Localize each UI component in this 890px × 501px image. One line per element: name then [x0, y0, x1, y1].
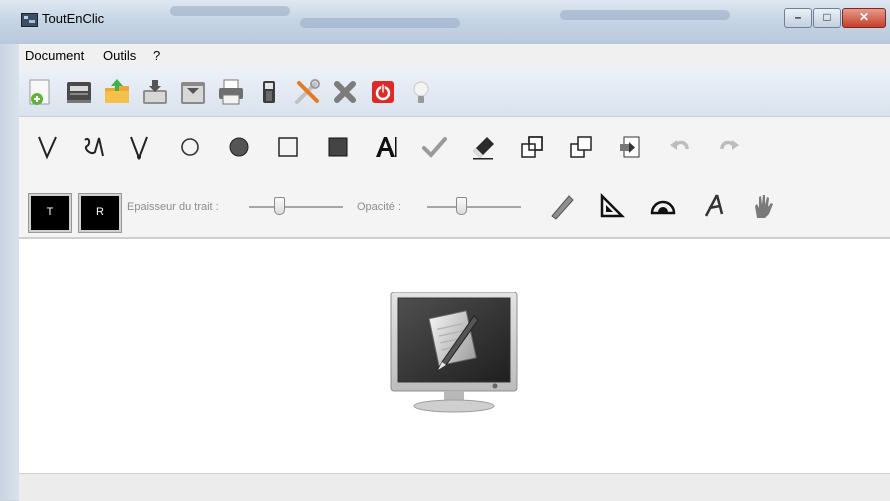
document-toolbar [19, 66, 890, 117]
import-icon[interactable] [617, 134, 643, 160]
circle-outline-icon[interactable] [177, 134, 203, 160]
pencil-icon[interactable] [126, 134, 152, 160]
text-icon[interactable] [373, 134, 399, 160]
menu-help[interactable]: ? [153, 48, 160, 63]
open-folder-icon[interactable] [103, 78, 131, 106]
eraser-icon[interactable] [470, 134, 496, 160]
paste-icon[interactable] [568, 134, 594, 160]
thickness-label: Epaisseur du trait : [127, 201, 219, 213]
fill-color-button[interactable]: R [78, 193, 122, 233]
opacity-label: Opacité : [357, 201, 402, 213]
hand-icon[interactable] [749, 192, 777, 220]
undo-icon[interactable] [667, 134, 693, 160]
menu-outils[interactable]: Outils [103, 48, 136, 63]
close-button[interactable]: ✕ [842, 8, 886, 28]
square-filled-icon[interactable] [325, 134, 351, 160]
title-bar[interactable]: ToutEnClic – □ ✕ [0, 0, 890, 44]
status-bar [19, 473, 890, 501]
window-title: ToutEnClic [42, 11, 105, 26]
options-toolbar: T R Epaisseur du trait : Opacité : [19, 182, 890, 239]
menu-document[interactable]: Document [25, 48, 84, 63]
square-outline-icon[interactable] [275, 134, 301, 160]
new-document-icon[interactable] [27, 78, 55, 106]
thickness-slider[interactable] [249, 197, 343, 215]
freehand-pen-icon[interactable] [81, 134, 107, 160]
thickness-slider-thumb[interactable] [274, 197, 285, 215]
save-as-icon[interactable] [179, 78, 207, 106]
app-icon [21, 13, 38, 27]
usb-drive-icon[interactable] [255, 78, 283, 106]
drawing-toolbar [19, 117, 890, 182]
delete-icon[interactable] [331, 78, 359, 106]
monitor-illustration [390, 292, 518, 414]
opacity-slider-thumb[interactable] [456, 197, 467, 215]
lightbulb-icon[interactable] [407, 78, 435, 106]
fill-color-button-label: R [96, 206, 104, 218]
window-frame-left [0, 44, 19, 500]
redo-icon[interactable] [716, 134, 742, 160]
scanner-icon[interactable] [65, 78, 93, 106]
close-icon: ✕ [858, 10, 870, 24]
protractor-icon[interactable] [649, 192, 677, 220]
copy-icon[interactable] [519, 134, 545, 160]
print-icon[interactable] [217, 78, 245, 106]
pen-icon[interactable] [35, 134, 61, 160]
settings-tools-icon[interactable] [293, 78, 321, 106]
app-window: ToutEnClic – □ ✕ Document Outils ? T R E… [0, 0, 890, 501]
save-icon[interactable] [141, 78, 169, 106]
opacity-slider[interactable] [427, 197, 521, 215]
text-color-button[interactable]: T [28, 193, 72, 233]
maximize-button[interactable]: □ [813, 8, 841, 28]
drawing-canvas[interactable] [19, 239, 890, 473]
check-icon[interactable] [421, 134, 447, 160]
ruler-icon[interactable] [547, 192, 575, 220]
compass-icon[interactable] [699, 192, 727, 220]
set-square-icon[interactable] [597, 192, 625, 220]
power-icon[interactable] [369, 78, 397, 106]
maximize-icon: □ [823, 10, 831, 24]
window-controls: – □ ✕ [783, 8, 886, 28]
menu-bar: Document Outils ? [19, 44, 890, 67]
circle-filled-icon[interactable] [226, 134, 252, 160]
text-color-button-label: T [46, 206, 54, 218]
minimize-button[interactable]: – [784, 8, 812, 28]
minimize-icon: – [794, 10, 802, 24]
